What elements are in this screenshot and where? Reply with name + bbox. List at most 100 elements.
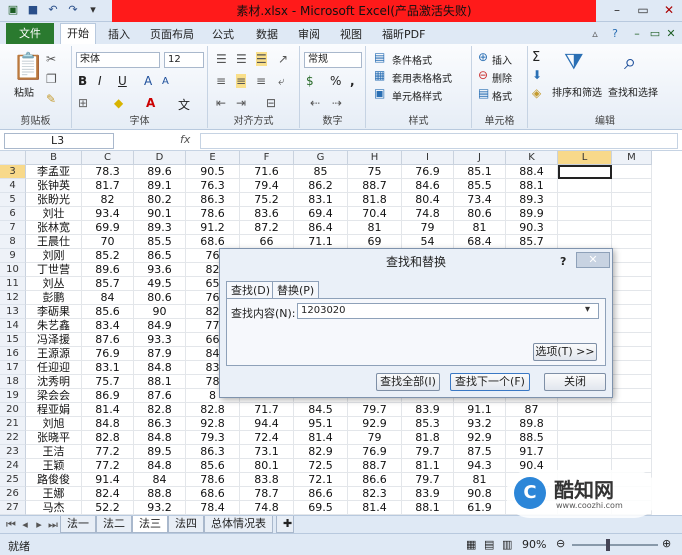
row-header[interactable]: 25 <box>0 473 26 487</box>
table-cell[interactable]: 74.8 <box>402 207 454 221</box>
cell-styles-button[interactable]: 单元格样式 <box>392 88 442 103</box>
table-cell[interactable]: 89.9 <box>506 207 558 221</box>
table-cell[interactable]: 81 <box>348 221 402 235</box>
table-cell[interactable]: 54 <box>402 235 454 249</box>
table-cell[interactable]: 王颖 <box>26 459 82 473</box>
align-middle-icon[interactable]: ☰ <box>236 52 247 66</box>
table-cell[interactable]: 86.2 <box>294 179 348 193</box>
percent-button[interactable]: % <box>330 74 341 88</box>
decrease-font-icon[interactable]: A <box>162 76 169 87</box>
insert-function-button[interactable]: fx <box>180 133 190 146</box>
row-header[interactable]: 23 <box>0 445 26 459</box>
table-cell[interactable]: 86.4 <box>294 221 348 235</box>
table-cell[interactable]: 82.9 <box>294 445 348 459</box>
table-cell[interactable]: 90.3 <box>506 221 558 235</box>
sheet-tab[interactable]: 法一 <box>60 516 96 533</box>
next-sheet-icon[interactable]: ▸ <box>32 518 46 532</box>
table-cell[interactable]: 92.9 <box>348 417 402 431</box>
maximize-icon[interactable]: ▭ <box>630 0 656 20</box>
cut-icon[interactable]: ✂ <box>46 52 56 66</box>
redo-icon[interactable]: ↷ <box>66 3 80 17</box>
table-cell[interactable]: 85 <box>294 165 348 179</box>
table-cell[interactable]: 93.2 <box>454 417 506 431</box>
table-cell[interactable]: 81.4 <box>348 501 402 515</box>
table-cell[interactable]: 87.2 <box>240 221 294 235</box>
table-cell[interactable]: 程亚娟 <box>26 403 82 417</box>
table-cell[interactable]: 81 <box>454 221 506 235</box>
table-cell[interactable]: 81.8 <box>348 193 402 207</box>
table-cell[interactable]: 86.3 <box>186 445 240 459</box>
clear-icon[interactable]: ◈ <box>532 86 541 100</box>
help-icon[interactable]: ? <box>608 27 622 41</box>
table-cell[interactable] <box>612 389 652 403</box>
table-cell[interactable]: 80.6 <box>134 291 186 305</box>
format-painter-icon[interactable]: ✎ <box>46 92 56 106</box>
table-cell[interactable] <box>558 179 612 193</box>
column-header[interactable]: C <box>82 151 134 165</box>
sort-filter-icon[interactable]: ⧩ <box>564 50 584 75</box>
fill-icon[interactable]: ⬇ <box>532 68 542 82</box>
table-cell[interactable]: 78.3 <box>82 165 134 179</box>
table-cell[interactable] <box>612 361 652 375</box>
table-cell[interactable]: 沈秀明 <box>26 375 82 389</box>
decrease-indent-icon[interactable]: ⇤ <box>216 96 226 110</box>
row-header[interactable]: 5 <box>0 193 26 207</box>
table-format-button[interactable]: 套用表格格式 <box>392 70 452 85</box>
sheet-tab[interactable]: 总体情况表 <box>204 516 273 533</box>
table-cell[interactable]: 61.9 <box>454 501 506 515</box>
table-cell[interactable]: 王娜 <box>26 487 82 501</box>
table-cell[interactable]: 84.6 <box>402 179 454 193</box>
table-cell[interactable] <box>558 207 612 221</box>
row-header[interactable]: 14 <box>0 319 26 333</box>
table-cell[interactable] <box>612 333 652 347</box>
row-header[interactable]: 19 <box>0 389 26 403</box>
table-cell[interactable]: 66 <box>240 235 294 249</box>
table-cell[interactable]: 刘壮 <box>26 207 82 221</box>
column-header[interactable]: E <box>186 151 240 165</box>
find-select-button[interactable]: 查找和选择 <box>608 84 658 99</box>
table-cell[interactable]: 冯泽援 <box>26 333 82 347</box>
row-header[interactable]: 20 <box>0 403 26 417</box>
orientation-icon[interactable]: ↗ <box>278 52 288 66</box>
table-cell[interactable] <box>612 277 652 291</box>
tab-page-layout[interactable]: 页面布局 <box>150 25 194 44</box>
table-cell[interactable]: 91.7 <box>506 445 558 459</box>
table-cell[interactable]: 85.2 <box>82 249 134 263</box>
table-cell[interactable] <box>558 221 612 235</box>
row-header[interactable]: 12 <box>0 291 26 305</box>
table-cell[interactable] <box>612 263 652 277</box>
table-cell[interactable]: 89.8 <box>506 417 558 431</box>
table-cell[interactable]: 85.7 <box>506 235 558 249</box>
table-cell[interactable]: 79.7 <box>402 445 454 459</box>
table-cell[interactable] <box>612 235 652 249</box>
column-header[interactable]: G <box>294 151 348 165</box>
table-cell[interactable]: 82.8 <box>134 403 186 417</box>
table-cell[interactable]: 路俊俊 <box>26 473 82 487</box>
paste-button[interactable]: 粘贴 <box>14 84 34 99</box>
table-cell[interactable]: 84.8 <box>82 417 134 431</box>
table-cell[interactable]: 84 <box>82 291 134 305</box>
table-cell[interactable]: 82.8 <box>82 431 134 445</box>
table-cell[interactable] <box>612 165 652 179</box>
first-sheet-icon[interactable]: ⏮ <box>4 518 18 532</box>
table-cell[interactable]: 76.9 <box>348 445 402 459</box>
table-cell[interactable]: 88.1 <box>506 179 558 193</box>
table-cell[interactable]: 87.5 <box>454 445 506 459</box>
sheet-tab[interactable]: 法四 <box>168 516 204 533</box>
row-header[interactable]: 11 <box>0 277 26 291</box>
table-cell[interactable]: 74.8 <box>240 501 294 515</box>
table-cell[interactable]: 49.5 <box>134 277 186 291</box>
page-layout-view-icon[interactable]: ▤ <box>484 538 494 551</box>
table-cell[interactable]: 90.5 <box>186 165 240 179</box>
name-box[interactable]: L3 <box>4 133 114 149</box>
row-header[interactable]: 17 <box>0 361 26 375</box>
increase-decimal-icon[interactable]: ⇠ <box>310 96 320 110</box>
table-cell[interactable]: 78.6 <box>186 207 240 221</box>
zoom-out-icon[interactable]: ⊖ <box>556 537 565 550</box>
column-header[interactable]: J <box>454 151 506 165</box>
tab-foxit-pdf[interactable]: 福昕PDF <box>382 25 425 44</box>
table-cell[interactable]: 82.3 <box>348 487 402 501</box>
zoom-slider-thumb[interactable] <box>606 539 610 551</box>
column-header[interactable]: M <box>612 151 652 165</box>
table-cell[interactable] <box>612 291 652 305</box>
